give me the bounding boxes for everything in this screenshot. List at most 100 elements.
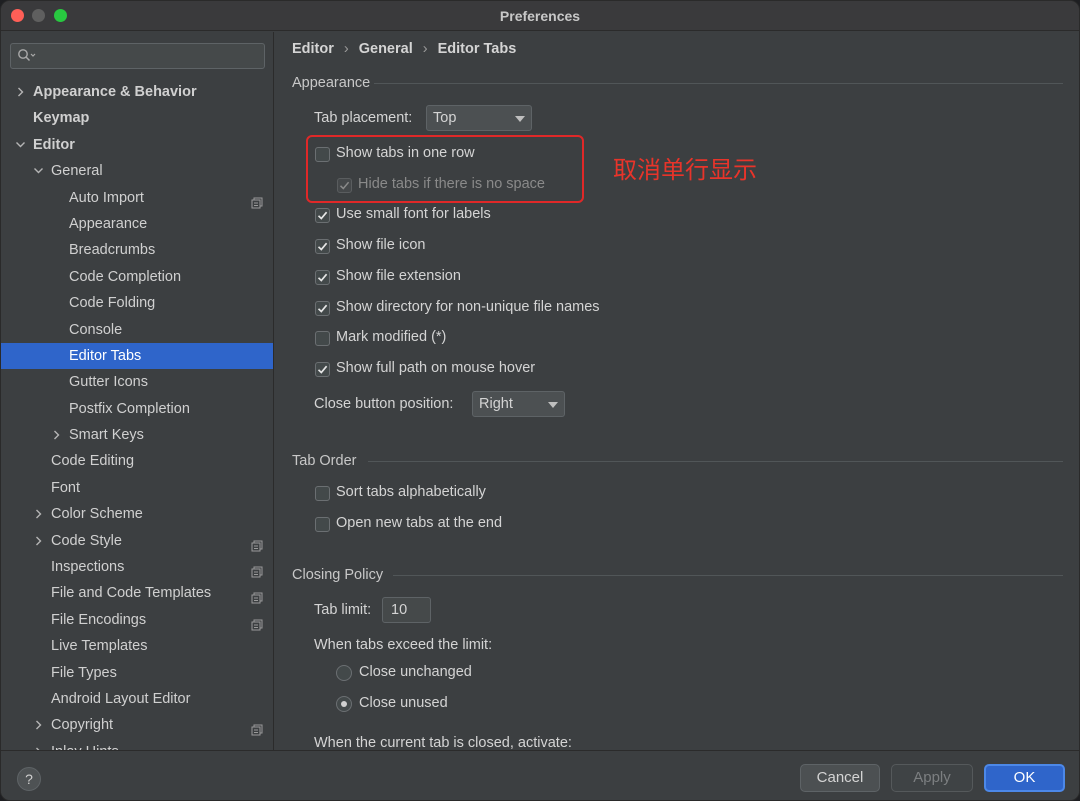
show-file-icon-label[interactable]: Show file icon <box>336 237 425 253</box>
sidebar-item-color-scheme[interactable]: Color Scheme <box>1 501 273 527</box>
sidebar-item-label: Code Style <box>51 532 122 549</box>
chevron-down-icon[interactable] <box>33 158 45 184</box>
breadcrumb-general[interactable]: General <box>359 41 413 57</box>
open-new-tabs-at-the-end-checkbox[interactable] <box>315 516 330 532</box>
sidebar-item-label: Font <box>51 479 81 496</box>
tab-placement-value: Top <box>433 110 457 126</box>
tab-placement-dropdown[interactable]: Top <box>426 105 532 131</box>
chevron-right-icon[interactable] <box>33 739 45 750</box>
breadcrumb-editor-tabs: Editor Tabs <box>437 41 517 57</box>
ok-button[interactable]: OK <box>984 764 1065 792</box>
chevron-right-icon[interactable] <box>15 79 27 105</box>
sidebar-item-editor-tabs[interactable]: Editor Tabs <box>1 342 273 370</box>
show-full-path-on-mouse-hover-label[interactable]: Show full path on mouse hover <box>336 360 535 376</box>
sidebar-item-label: Keymap <box>33 110 90 127</box>
sidebar-item-editor[interactable]: Editor <box>1 132 273 158</box>
sidebar-item-copyright[interactable]: Copyright <box>1 712 273 738</box>
tab-limit-input[interactable]: 10 <box>382 597 431 623</box>
sidebar-item-appearance-behavior[interactable]: Appearance & Behavior <box>1 79 273 105</box>
mark-modified-label[interactable]: Mark modified (*) <box>336 329 446 345</box>
sidebar-item-smart-keys[interactable]: Smart Keys <box>1 422 273 448</box>
show-directory-for-non-unique-file-names-checkbox[interactable] <box>315 300 330 316</box>
sidebar-item-live-templates[interactable]: Live Templates <box>1 633 273 659</box>
sidebar-item-postfix-completion[interactable]: Postfix Completion <box>1 396 273 422</box>
tab-order-section-title: Tab Order <box>292 453 357 469</box>
dropdown-arrow-icon <box>548 402 558 408</box>
sidebar-item-keymap[interactable]: Keymap <box>1 105 273 131</box>
show-full-path-on-mouse-hover-checkbox[interactable] <box>315 361 330 377</box>
sidebar-item-label: Inspections <box>51 559 125 576</box>
section-divider <box>393 575 1063 576</box>
sidebar-item-label: Appearance <box>69 215 148 232</box>
close-unchanged-label[interactable]: Close unchanged <box>359 664 472 680</box>
sidebar-item-font[interactable]: Font <box>1 475 273 501</box>
dropdown-arrow-icon <box>515 116 525 122</box>
show-file-extension-label[interactable]: Show file extension <box>336 268 461 284</box>
sidebar-item-auto-import[interactable]: Auto Import <box>1 185 273 211</box>
apply-button[interactable]: Apply <box>891 764 973 792</box>
sidebar-item-label: Postfix Completion <box>69 400 190 417</box>
sidebar-item-appearance[interactable]: Appearance <box>1 211 273 237</box>
project-settings-icon <box>251 614 263 631</box>
closing-policy-section-title: Closing Policy <box>292 567 384 583</box>
close-unchanged-radio[interactable] <box>336 665 352 681</box>
use-small-font-for-labels-label[interactable]: Use small font for labels <box>336 206 491 222</box>
chevron-down-icon[interactable] <box>15 132 27 158</box>
sort-tabs-alphabetically-checkbox[interactable] <box>315 486 330 501</box>
sidebar-item-label: General <box>51 163 103 180</box>
sidebar-item-inlay-hints[interactable]: Inlay Hints <box>1 739 273 750</box>
show-file-extension-checkbox[interactable] <box>315 269 330 285</box>
project-settings-icon <box>251 719 263 736</box>
close-button-position-label: Close button position: <box>314 396 454 412</box>
close-button-position-dropdown[interactable]: Right <box>472 391 565 417</box>
mark-modified-checkbox[interactable] <box>315 331 330 347</box>
help-button[interactable]: ? <box>17 767 41 791</box>
annotation-text: 取消单行显示 <box>613 156 757 184</box>
close-button-position-value: Right <box>479 396 513 412</box>
annotation-highlight-box <box>306 135 584 203</box>
sidebar-item-inspections[interactable]: Inspections <box>1 554 273 580</box>
sidebar-item-label: Editor Tabs <box>69 347 142 364</box>
close-unused-label[interactable]: Close unused <box>359 695 448 711</box>
sidebar-item-label: Auto Import <box>69 189 144 206</box>
chevron-right-icon[interactable] <box>51 422 63 448</box>
appearance-section-title: Appearance <box>292 75 371 91</box>
sidebar-item-breadcrumbs[interactable]: Breadcrumbs <box>1 237 273 263</box>
chevron-right-icon[interactable] <box>33 712 45 738</box>
sidebar-item-label: File Types <box>51 664 117 681</box>
breadcrumb: Editor › General › Editor Tabs <box>292 41 516 57</box>
close-unused-radio[interactable] <box>336 695 352 712</box>
chevron-right-icon[interactable] <box>33 501 45 527</box>
sidebar-item-label: Smart Keys <box>69 427 144 444</box>
sidebar-item-code-editing[interactable]: Code Editing <box>1 448 273 474</box>
sidebar-item-file-encodings[interactable]: File Encodings <box>1 607 273 633</box>
sidebar-item-file-types[interactable]: File Types <box>1 660 273 686</box>
sidebar-item-console[interactable]: Console <box>1 317 273 343</box>
sidebar-item-code-style[interactable]: Code Style <box>1 528 273 554</box>
sidebar-item-gutter-icons[interactable]: Gutter Icons <box>1 369 273 395</box>
chevron-right-icon[interactable] <box>33 528 45 554</box>
dialog-button-bar: ? Cancel Apply OK <box>1 750 1079 800</box>
sidebar-item-file-and-code-templates[interactable]: File and Code Templates <box>1 580 273 606</box>
open-new-tabs-at-the-end-label[interactable]: Open new tabs at the end <box>336 515 502 531</box>
preferences-window: Preferences Appearance & Behavior Keymap E… <box>0 0 1080 801</box>
sidebar-item-label: File and Code Templates <box>51 585 212 602</box>
use-small-font-for-labels-checkbox[interactable] <box>315 208 330 224</box>
sidebar-item-android-layout-editor[interactable]: Android Layout Editor <box>1 686 273 712</box>
cancel-button[interactable]: Cancel <box>800 764 880 792</box>
sidebar-item-code-folding[interactable]: Code Folding <box>1 290 273 316</box>
show-directory-for-non-unique-file-names-label[interactable]: Show directory for non-unique file names <box>336 299 600 315</box>
sidebar-item-label: Color Scheme <box>51 506 143 523</box>
sidebar-item-label: Inlay Hints <box>51 739 119 750</box>
settings-search-input[interactable] <box>10 43 265 69</box>
project-settings-icon <box>251 587 263 604</box>
sort-tabs-alphabetically-label[interactable]: Sort tabs alphabetically <box>336 484 486 500</box>
sidebar-item-label: File Encodings <box>51 611 147 628</box>
sidebar-item-label: Code Folding <box>69 295 156 312</box>
breadcrumb-editor[interactable]: Editor <box>292 41 334 57</box>
sidebar-item-code-completion[interactable]: Code Completion <box>1 264 273 290</box>
sidebar-item-general[interactable]: General <box>1 158 273 184</box>
sidebar-item-label: Copyright <box>51 717 114 734</box>
show-file-icon-checkbox[interactable] <box>315 239 330 255</box>
exceed-limit-label: When tabs exceed the limit: <box>314 637 493 653</box>
